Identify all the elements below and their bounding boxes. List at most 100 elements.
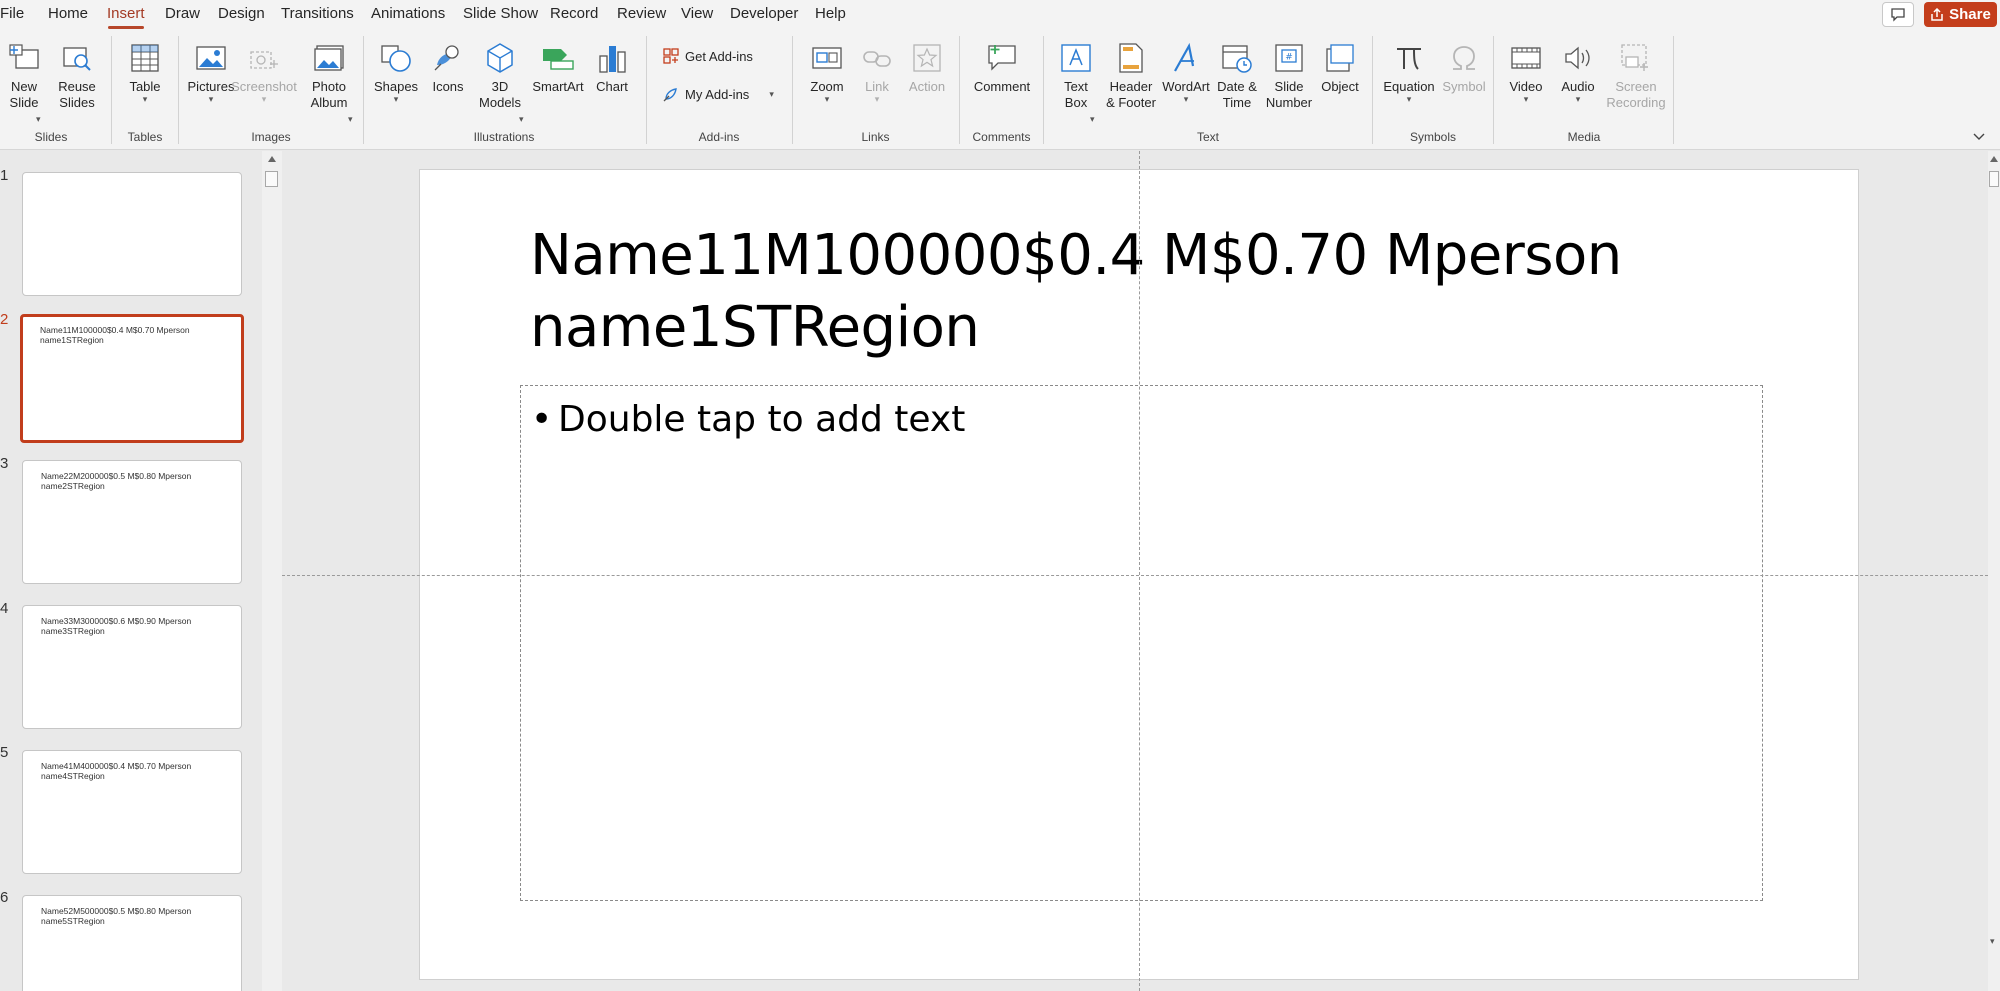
- tab-view[interactable]: View: [681, 5, 713, 22]
- thumbnail-number: 4: [0, 600, 9, 617]
- reuse-slides-button[interactable]: Reuse Slides: [55, 40, 99, 111]
- get-addins-button[interactable]: Get Add-ins: [663, 48, 753, 64]
- smartart-button[interactable]: SmartArt: [530, 40, 586, 95]
- comments-button[interactable]: [1882, 2, 1914, 27]
- icons-icon: [434, 45, 459, 71]
- symbol-button[interactable]: Symbol: [1441, 40, 1487, 95]
- text-box-label: Text Box: [1064, 79, 1088, 110]
- bullet-marker: •: [531, 399, 553, 440]
- tab-home[interactable]: Home: [48, 5, 88, 22]
- active-tab-indicator: [108, 26, 144, 29]
- scroll-up-icon[interactable]: [268, 156, 276, 162]
- horizontal-smart-guide: [282, 575, 1988, 576]
- new-slide-label: New Slide: [9, 79, 39, 110]
- shapes-button[interactable]: Shapes ▾: [374, 40, 418, 104]
- slide-thumbnail-3[interactable]: Name22M200000$0.5 M$0.80 Mperson name2ST…: [22, 460, 242, 584]
- equation-button[interactable]: Equation ▾: [1381, 40, 1437, 104]
- ribbon: New Slide ▾ Reuse Slides Slides Table ▾ …: [0, 30, 2000, 150]
- chevron-down-icon: ▾: [348, 114, 353, 124]
- share-icon: [1931, 7, 1943, 21]
- slide-thumbnail-1[interactable]: [22, 172, 242, 296]
- thumbnails-scrollbar[interactable]: [262, 151, 282, 991]
- smartart-icon: [543, 49, 574, 70]
- scrollbar-thumb[interactable]: [265, 171, 278, 187]
- chevron-down-icon: ▾: [208, 94, 214, 104]
- thumbnail-number: 6: [0, 889, 9, 906]
- shapes-label: Shapes: [373, 79, 419, 94]
- text-box-button[interactable]: Text Box ▾: [1054, 40, 1098, 124]
- icons-button[interactable]: Icons: [428, 40, 468, 95]
- collapse-ribbon-icon[interactable]: [1972, 131, 1986, 141]
- link-button[interactable]: Link ▾: [857, 40, 897, 104]
- tab-review[interactable]: Review: [617, 5, 666, 22]
- comment-button[interactable]: Comment: [972, 40, 1032, 95]
- tab-slide-show[interactable]: Slide Show: [463, 5, 538, 22]
- group-title-symbols: Symbols: [1409, 130, 1456, 144]
- tab-record[interactable]: Record: [550, 5, 598, 22]
- share-button[interactable]: Share: [1924, 2, 1997, 27]
- slide-thumbnail-4[interactable]: Name33M300000$0.6 M$0.90 Mperson name3ST…: [22, 605, 242, 729]
- pi-icon: [1397, 48, 1421, 70]
- slide-thumbnail-6[interactable]: Name52M500000$0.5 M$0.80 Mperson name5ST…: [22, 895, 242, 991]
- chevron-down-icon: ▾: [142, 94, 148, 104]
- group-title-media: Media: [1567, 130, 1601, 144]
- slide-number-label: Slide Number: [1265, 79, 1313, 110]
- group-illustrations: Shapes ▾ Icons 3D Models ▾ SmartArt Char…: [364, 30, 644, 149]
- slide-thumbnail-2[interactable]: Name11M100000$0.4 M$0.70 Mperson name1ST…: [20, 314, 244, 443]
- tab-animations[interactable]: Animations: [371, 5, 445, 22]
- tab-transitions[interactable]: Transitions: [281, 5, 354, 22]
- header-footer-button[interactable]: Header & Footer: [1104, 40, 1158, 111]
- chevron-down-icon: ▾: [874, 94, 880, 104]
- wordart-button[interactable]: WordArt ▾: [1158, 40, 1214, 104]
- placeholder-text: Double tap to add text: [558, 399, 966, 440]
- group-title-text: Text: [1196, 130, 1219, 144]
- chart-label: Chart: [596, 79, 628, 94]
- photo-album-button[interactable]: Photo Album ▾: [305, 40, 353, 124]
- group-addins: Get Add-ins My Add-ins ▾ Add-ins: [647, 30, 791, 149]
- pictures-button[interactable]: Pictures ▾: [188, 40, 234, 104]
- object-button[interactable]: Object: [1316, 40, 1364, 95]
- calendar-icon: [1222, 45, 1252, 73]
- tab-developer[interactable]: Developer: [730, 5, 798, 22]
- scroll-up-icon[interactable]: [1990, 156, 1998, 162]
- photo-album-icon: [314, 45, 344, 71]
- chevron-down-icon: ▾: [1406, 94, 1412, 104]
- tab-help[interactable]: Help: [815, 5, 846, 22]
- tab-design[interactable]: Design: [218, 5, 265, 22]
- slide-title[interactable]: Name11M100000$0.4 M$0.70 Mperson name1ST…: [530, 220, 1730, 364]
- scroll-down-icon[interactable]: ▾: [1990, 937, 1995, 946]
- thumbnail-number: 3: [0, 455, 9, 472]
- group-tables: Table ▾ Tables: [112, 30, 178, 149]
- editor-scrollbar[interactable]: ▾: [1988, 151, 2000, 991]
- zoom-button[interactable]: Zoom ▾: [805, 40, 849, 104]
- slide-thumbnail-5[interactable]: Name41M400000$0.4 M$0.70 Mperson name4ST…: [22, 750, 242, 874]
- slide-number-button[interactable]: # Slide Number: [1264, 40, 1314, 111]
- new-slide-button[interactable]: New Slide ▾: [2, 40, 46, 124]
- vertical-smart-guide: [1139, 151, 1140, 991]
- icons-label: Icons: [432, 79, 464, 94]
- chart-button[interactable]: Chart: [590, 40, 634, 95]
- content-placeholder[interactable]: • Double tap to add text: [520, 385, 1763, 901]
- slide-number-icon: #: [1275, 44, 1303, 72]
- chevron-down-icon: ▾: [1575, 94, 1581, 104]
- table-button[interactable]: Table ▾: [125, 40, 165, 104]
- scrollbar-thumb[interactable]: [1989, 171, 1999, 187]
- tab-draw[interactable]: Draw: [165, 5, 200, 22]
- my-addins-button[interactable]: My Add-ins ▾: [663, 86, 774, 102]
- tab-insert[interactable]: Insert: [107, 5, 145, 22]
- action-button[interactable]: Action: [905, 40, 949, 95]
- group-title-comments: Comments: [972, 130, 1031, 144]
- comment-icon: [988, 45, 1016, 71]
- date-time-button[interactable]: Date & Time: [1210, 40, 1264, 111]
- comment-icon: [1891, 7, 1905, 22]
- chevron-down-icon: ▾: [519, 114, 524, 124]
- audio-button[interactable]: Audio ▾: [1556, 40, 1600, 104]
- wordart-label: WordArt: [1162, 79, 1210, 94]
- header-footer-icon: [1119, 43, 1143, 73]
- omega-icon: [1453, 46, 1475, 70]
- tab-file[interactable]: File: [0, 5, 24, 22]
- screenshot-button[interactable]: Screenshot ▾: [231, 40, 297, 104]
- screen-recording-button[interactable]: Screen Recording: [1606, 40, 1666, 111]
- video-button[interactable]: Video ▾: [1504, 40, 1548, 104]
- 3d-models-button[interactable]: 3D Models ▾: [476, 40, 524, 124]
